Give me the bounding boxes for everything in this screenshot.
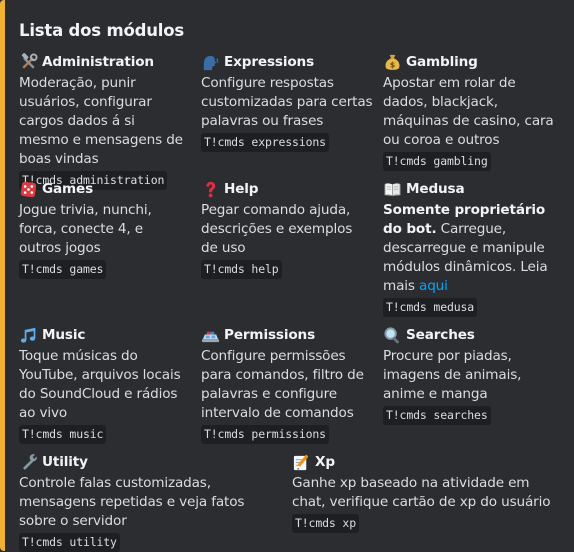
field-description: Apostar em rolar de dados, blackjack, má… — [383, 75, 554, 148]
command-code: T!cmds xp — [292, 514, 359, 533]
memo-icon — [292, 453, 311, 472]
command-code: T!cmds permissions — [201, 425, 329, 444]
speaking-head-icon — [201, 53, 220, 72]
field-name: Searches — [406, 327, 475, 343]
field-games: Games Jogue trivia, nunchi, forca, conec… — [19, 179, 187, 279]
embed-title: Lista dos módulos — [19, 21, 184, 40]
field-description: Pegar comando ajuda, descrições e exempl… — [201, 202, 353, 256]
field-name: Administration — [42, 54, 154, 70]
field-description: Moderação, punir usuários, configurar ca… — [19, 75, 183, 167]
field-searches: Searches Procure por piadas, imagens de … — [383, 325, 555, 425]
field-name: Xp — [315, 454, 335, 470]
field-name: Medusa — [406, 181, 465, 197]
command-code: T!cmds music — [19, 425, 107, 444]
command-code: T!cmds expressions — [201, 133, 329, 152]
field-description: Procure por piadas, imagens de animais, … — [383, 348, 522, 402]
field-description: Jogue trivia, nunchi, forca, conecte 4, … — [19, 202, 152, 256]
hammer-wrench-icon — [19, 53, 38, 72]
field-expressions: Expressions Configure respostas customiz… — [201, 52, 373, 152]
field-name: Permissions — [224, 327, 316, 343]
svg-text:$: $ — [390, 61, 395, 70]
musical-notes-icon — [19, 326, 38, 345]
open-book-icon — [383, 180, 402, 199]
question-mark-icon — [201, 180, 220, 199]
field-description: Ganhe xp baseado na atividade em chat, v… — [292, 475, 551, 510]
field-utility: Utility Controle falas customizadas, men… — [19, 452, 279, 552]
module-list-embed: Lista dos módulos Administration Moderaç… — [0, 0, 574, 552]
command-code: T!cmds help — [201, 260, 282, 279]
read-more-link[interactable]: aqui — [419, 278, 448, 294]
money-bag-icon: $ — [383, 53, 402, 72]
field-music: Music Toque músicas do YouTube, arquivos… — [19, 325, 187, 444]
field-description: Configure permissões para comandos, filt… — [201, 348, 364, 421]
field-medusa: Medusa Somente proprietário do bot. Carr… — [383, 179, 555, 317]
field-administration: Administration Moderação, punir usuários… — [19, 52, 187, 190]
police-light-icon — [201, 326, 220, 345]
command-code: T!cmds gambling — [383, 152, 491, 171]
field-xp: Xp Ganhe xp baseado na atividade em chat… — [292, 452, 562, 533]
field-description: Configure respostas customizadas para ce… — [201, 75, 373, 129]
command-code: T!cmds medusa — [383, 298, 478, 317]
field-permissions: Permissions Configure permissões para co… — [201, 325, 373, 444]
magnifying-glass-icon — [383, 326, 402, 345]
wrench-icon — [19, 453, 38, 472]
field-name: Help — [224, 181, 259, 197]
command-code: T!cmds utility — [19, 533, 120, 552]
field-name: Games — [42, 181, 94, 197]
game-die-icon — [19, 180, 38, 199]
field-description: Somente proprietário do bot. Carregue, d… — [383, 201, 555, 296]
field-help: Help Pegar comando ajuda, descrições e e… — [201, 179, 373, 279]
command-code: T!cmds games — [19, 260, 107, 279]
field-description: Controle falas customizadas, mensagens r… — [19, 475, 245, 529]
field-name: Utility — [42, 454, 88, 470]
field-name: Expressions — [224, 54, 315, 70]
field-name: Gambling — [406, 54, 478, 70]
field-description: Toque músicas do YouTube, arquivos locai… — [19, 348, 181, 421]
command-code: T!cmds searches — [383, 406, 491, 425]
field-name: Music — [42, 327, 86, 343]
field-gambling: $ Gambling Apostar em rolar de dados, bl… — [383, 52, 555, 171]
